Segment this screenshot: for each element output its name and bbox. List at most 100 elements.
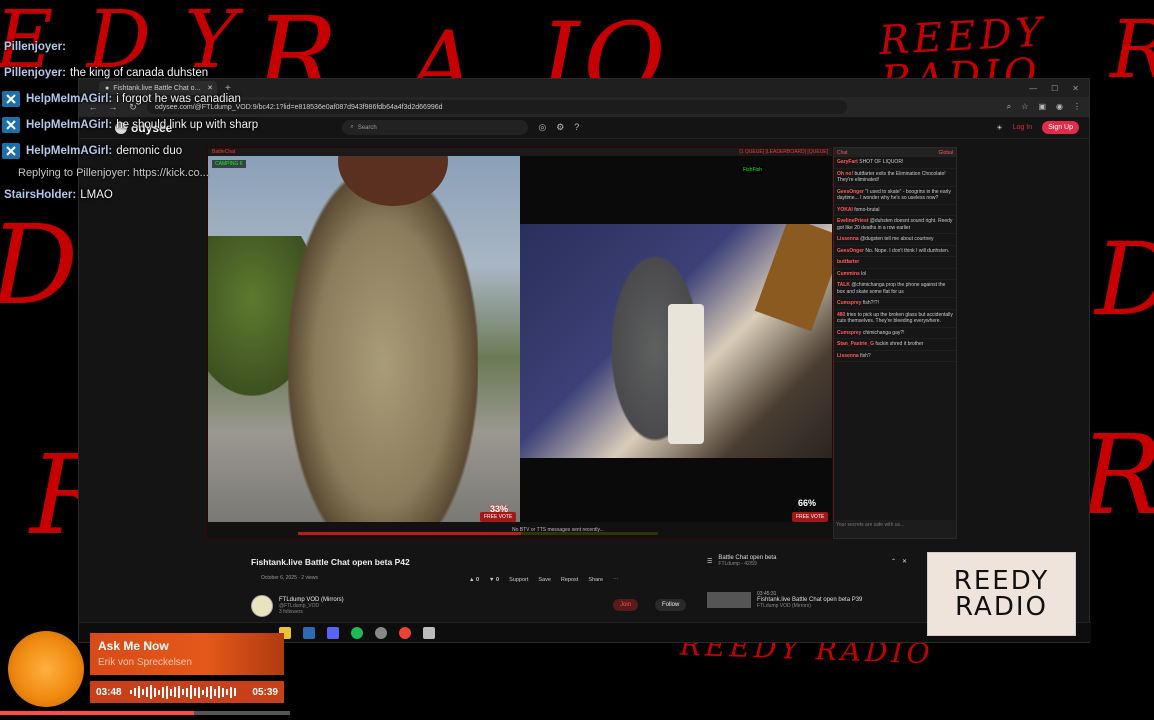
chat-panel-username[interactable]: YOKAI — [837, 207, 853, 213]
player-status-bar: No BTV or TTS messages sent recently... — [208, 522, 834, 538]
repost-button[interactable]: Repost — [561, 577, 578, 583]
waveform-bar — [181, 689, 184, 695]
chat-username: HelpMeImAGirl: — [26, 93, 113, 105]
waveform-bar — [145, 687, 148, 697]
waveform-bar — [217, 686, 220, 698]
profile-icon[interactable]: ◉ — [1056, 102, 1063, 112]
support-button[interactable]: Support — [509, 577, 528, 583]
chat-panel-username[interactable]: Lissenna — [837, 353, 859, 359]
chat-panel-username[interactable]: buttfarter — [837, 259, 859, 265]
channel-avatar[interactable] — [251, 595, 273, 617]
chat-panel-username[interactable]: Stan_Pastrie_G — [837, 341, 874, 347]
close-icon[interactable]: ✕ — [902, 558, 907, 565]
chat-panel-username[interactable]: GeesOnger — [837, 189, 864, 195]
waveform-bar — [173, 687, 176, 697]
minimize-icon[interactable]: — — [1029, 84, 1037, 93]
playlist-thumbnail — [707, 592, 751, 608]
chat-panel-text: @chimichanga prop the phone against the … — [837, 282, 946, 295]
waveform-bar — [221, 687, 224, 697]
waveform — [129, 685, 245, 699]
chat-panel-message: Stan_Pastrie_G fuckin shred it brother — [834, 339, 956, 351]
chat-panel-username[interactable]: Oh no! — [837, 171, 853, 177]
chat-panel-username[interactable]: Lissenna — [837, 236, 859, 242]
help-icon[interactable]: ? — [574, 122, 579, 133]
free-vote-button-left[interactable]: FREE VOTE — [480, 512, 517, 522]
chat-panel-username[interactable]: EvelinePriest — [837, 218, 868, 224]
eye-icon[interactable]: ◎ — [538, 122, 546, 133]
feed-right-label: FishFish — [740, 166, 765, 174]
playlist-subtitle: FTLdump - 42/59 — [718, 561, 757, 567]
signup-button[interactable]: Sign Up — [1042, 121, 1079, 134]
chat-panel-username[interactable]: TALK — [837, 282, 850, 288]
chat-panel-username[interactable]: Cumsprey — [837, 300, 861, 306]
maximize-icon[interactable]: ☐ — [1051, 84, 1058, 93]
bookmark-icon[interactable]: ☆ — [1021, 102, 1028, 112]
waveform-bar — [197, 686, 200, 698]
channel-followers: 3 followers — [279, 609, 303, 615]
chat-panel-message: Cummins lol — [834, 269, 956, 280]
login-link[interactable]: Log In — [1013, 124, 1032, 131]
chat-message: Replying to Pillenjoyer: https://kick.co… — [18, 167, 209, 179]
steam-icon[interactable] — [303, 626, 315, 639]
playlist-item[interactable]: 03:45:31 Fishtank.live Battle Chat open … — [707, 591, 907, 609]
chat-panel-username[interactable]: GeesOnger — [837, 248, 864, 254]
chat-input[interactable]: Your secrets are safe with us... — [834, 520, 956, 538]
save-button[interactable]: Save — [538, 577, 551, 583]
chat-line: HelpMeImAGirl: demonic duo — [0, 138, 480, 164]
chrome-icon[interactable] — [399, 626, 411, 639]
song-info: Ask Me Now Erik von Spreckelsen — [90, 633, 284, 675]
dislike-button[interactable]: ▼ 0 — [489, 577, 499, 583]
vote-percent-right: 66% — [798, 498, 817, 508]
chat-line: StairsHolder: LMAO — [0, 182, 480, 208]
settings-icon[interactable]: ⚙ — [556, 122, 564, 133]
chat-message: he should link up with sharp — [116, 119, 259, 131]
theme-icon[interactable]: ☀ — [996, 124, 1002, 132]
channel-info[interactable]: FTLdump VOD (Mirrors) @FTLdump_VOD 3 fol… — [251, 595, 344, 617]
chat-username: HelpMeImAGirl: — [26, 119, 113, 131]
chat-panel-username[interactable]: GaryFart — [837, 159, 858, 165]
app-icon[interactable] — [423, 626, 435, 639]
waveform-bar — [205, 687, 208, 697]
album-art-disc — [8, 631, 84, 707]
waveform-bar — [133, 688, 136, 696]
follow-button[interactable]: Follow — [655, 599, 687, 611]
more-icon[interactable]: ⋯ — [613, 577, 619, 583]
video-meta: October 6, 2025 · 2 views — [261, 575, 318, 581]
waveform-bar — [193, 688, 196, 696]
zoom-icon[interactable]: ⌕ — [1007, 102, 1011, 112]
discord-icon[interactable] — [327, 626, 339, 639]
close-window-icon[interactable]: ✕ — [1072, 84, 1079, 93]
extensions-icon[interactable]: ▣ — [1038, 102, 1046, 112]
free-vote-button-right[interactable]: FREE VOTE — [792, 512, 829, 522]
chat-panel-message: GeesOnger "I used to skate" - boogrins i… — [834, 187, 956, 205]
waveform-bar — [233, 688, 236, 696]
chat-panel-text: chimichanga gay?! — [862, 329, 905, 336]
chat-header: Chat Global — [834, 148, 956, 157]
bg-scrawl: R — [1110, 10, 1154, 90]
chat-panel-message: Cumsprey chimichanga gay?! — [834, 328, 956, 339]
chat-panel-message: YOKAI fomo-brutal — [834, 205, 956, 216]
toolbar-icons: ⌕ ☆ ▣ ◉ ⋮ — [1007, 102, 1081, 112]
chat-header-scope[interactable]: Global — [939, 150, 953, 156]
chat-panel-username[interactable]: 480 — [837, 312, 845, 318]
chat-panel-username[interactable]: Cummins — [837, 271, 860, 277]
join-button[interactable]: Join — [613, 599, 639, 611]
player-progress[interactable] — [298, 532, 658, 535]
chat-panel-username[interactable]: Cumsprey — [837, 330, 861, 336]
menu-icon[interactable]: ⋮ — [1073, 102, 1081, 112]
chat-message: i forgot he was canadian — [116, 93, 241, 105]
bg-scrawl: D — [1095, 230, 1154, 330]
share-button[interactable]: Share — [588, 577, 603, 583]
collapse-icon[interactable]: ⌃ — [891, 558, 896, 565]
chat-panel-message: Lissenna @dugsten tell me about courtney — [834, 234, 956, 246]
playlist-item-channel: FTLdump VOD (Mirrors) — [757, 603, 811, 609]
chat-panel-text: fish? — [860, 352, 871, 359]
stream-canvas: E D Y R A IO REEDY RADIO R DI D R R REED… — [0, 0, 1154, 720]
song-timeline: 03:48 05:39 — [90, 681, 284, 703]
player-header-nav: [1 QUEUE] [LEADERBOARD] [QUEUE] — [739, 149, 828, 155]
chat-username: StairsHolder: — [4, 189, 77, 201]
obs-icon[interactable] — [375, 626, 387, 639]
camera-feed-right — [520, 224, 832, 458]
like-button[interactable]: ▲ 0 — [469, 577, 479, 583]
spotify-icon[interactable] — [351, 626, 363, 639]
